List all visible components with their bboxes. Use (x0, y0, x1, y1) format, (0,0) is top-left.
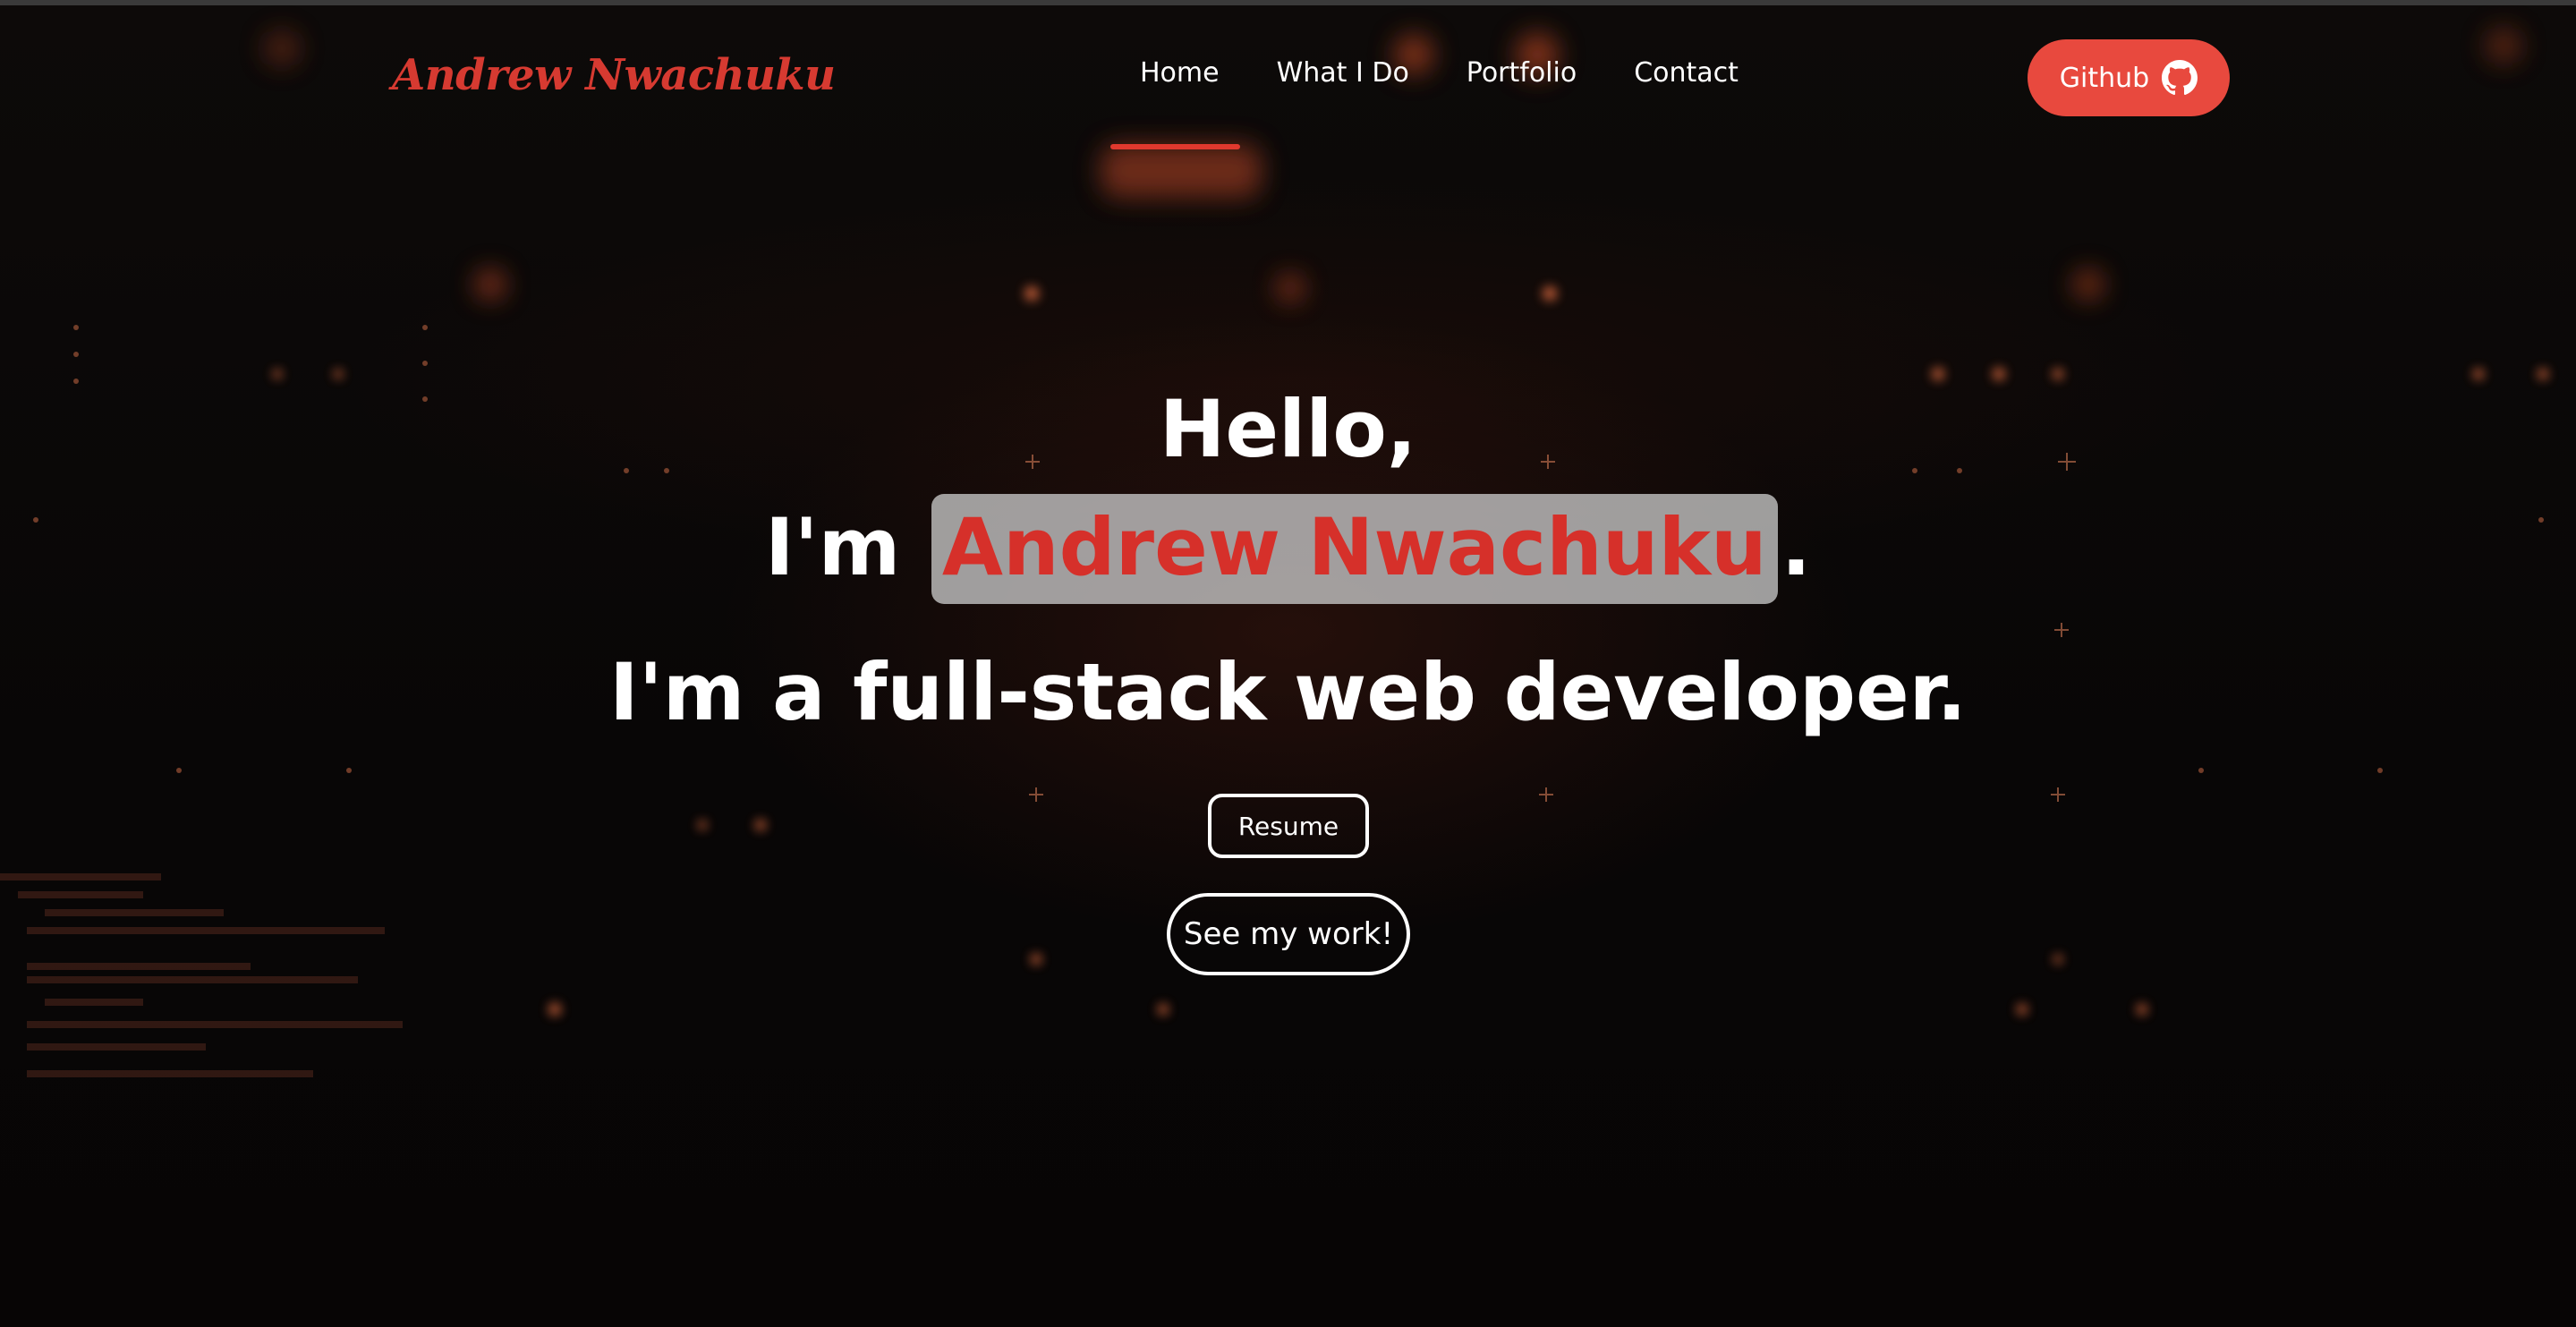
hero-name-period: . (1781, 501, 1812, 593)
hero-greeting: Hello, (1159, 383, 1417, 475)
nav-what-i-do[interactable]: What I Do (1277, 57, 1409, 89)
brand-logo[interactable]: Andrew Nwachuku (392, 50, 836, 100)
see-my-work-button[interactable]: See my work! (1167, 893, 1410, 975)
hero-im-prefix: I'm (764, 501, 901, 593)
hero-name-highlight: Andrew Nwachuku (931, 494, 1778, 604)
github-button[interactable]: Github (2028, 39, 2230, 116)
nav-active-indicator (1110, 144, 1240, 149)
hero-tagline: I'm a full-stack web developer. (609, 646, 1967, 738)
github-label: Github (2059, 62, 2150, 94)
hero-name-line: I'm Andrew Nwachuku. (0, 494, 2576, 626)
github-icon (2162, 60, 2198, 96)
resume-button[interactable]: Resume (1208, 794, 1369, 858)
nav-contact[interactable]: Contact (1634, 57, 1739, 89)
nav-home[interactable]: Home (1140, 57, 1220, 89)
nav-portfolio[interactable]: Portfolio (1467, 57, 1577, 89)
main-nav: Home What I Do Portfolio Contact (1140, 57, 1796, 89)
